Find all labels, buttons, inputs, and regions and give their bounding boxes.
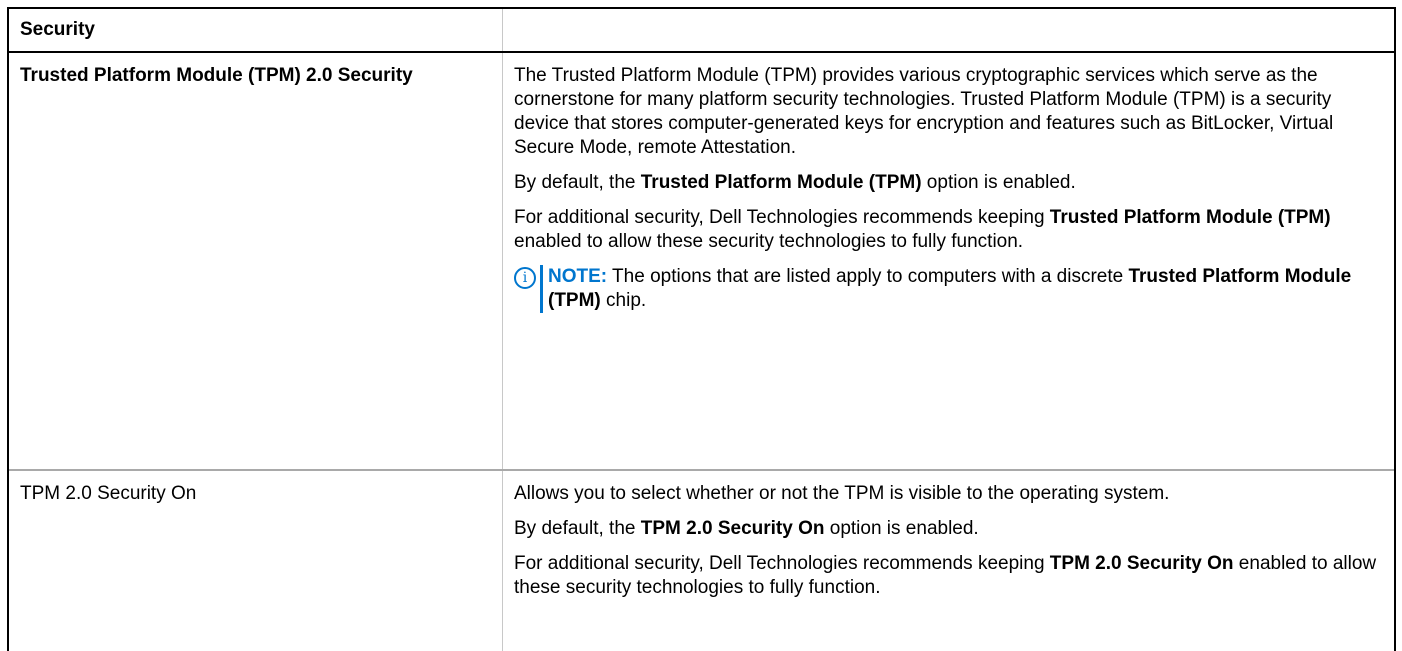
- note-label: NOTE:: [548, 266, 608, 287]
- column-divider: [502, 9, 503, 51]
- recommendation-text-end: enabled to allow these security technolo…: [514, 231, 1024, 252]
- security-table: Security Trusted Platform Module (TPM) 2…: [7, 7, 1396, 651]
- table-row: Trusted Platform Module (TPM) 2.0 Securi…: [9, 53, 1394, 471]
- recommendation-option-name: Trusted Platform Module (TPM): [1049, 207, 1331, 228]
- option-name: Trusted Platform Module (TPM) 2.0 Securi…: [9, 53, 503, 469]
- default-paragraph: By default, the Trusted Platform Module …: [514, 171, 1384, 195]
- recommendation-paragraph: For additional security, Dell Technologi…: [514, 206, 1384, 254]
- table-title: Security: [20, 19, 95, 40]
- default-text: By default, the: [514, 518, 641, 539]
- info-icon: i: [514, 267, 536, 289]
- default-text: By default, the: [514, 172, 641, 193]
- note-body: The options that are listed apply to com…: [607, 266, 1129, 287]
- option-description: The Trusted Platform Module (TPM) provid…: [503, 53, 1394, 469]
- recommendation-paragraph: For additional security, Dell Technologi…: [514, 552, 1384, 600]
- recommendation-option-name: TPM 2.0 Security On: [1049, 553, 1234, 574]
- default-option-name: Trusted Platform Module (TPM): [640, 172, 922, 193]
- table-header: Security: [9, 9, 1394, 53]
- description-paragraph: Allows you to select whether or not the …: [514, 483, 1170, 504]
- option-name: TPM 2.0 Security On: [9, 471, 503, 651]
- table-row: TPM 2.0 Security On Allows you to select…: [9, 471, 1394, 651]
- note-body-end: chip.: [600, 290, 647, 311]
- note-text: NOTE: The options that are listed apply …: [548, 265, 1384, 313]
- note-box: i NOTE: The options that are listed appl…: [514, 265, 1384, 313]
- recommendation-text: For additional security, Dell Technologi…: [514, 207, 1050, 228]
- recommendation-text: For additional security, Dell Technologi…: [514, 553, 1050, 574]
- note-bar: [540, 265, 543, 313]
- default-text-end: option is enabled.: [824, 518, 979, 539]
- default-paragraph: By default, the TPM 2.0 Security On opti…: [514, 517, 1384, 541]
- description-paragraph: The Trusted Platform Module (TPM) provid…: [514, 65, 1334, 158]
- default-option-name: TPM 2.0 Security On: [640, 518, 825, 539]
- default-text-end: option is enabled.: [921, 172, 1076, 193]
- option-description: Allows you to select whether or not the …: [503, 471, 1394, 651]
